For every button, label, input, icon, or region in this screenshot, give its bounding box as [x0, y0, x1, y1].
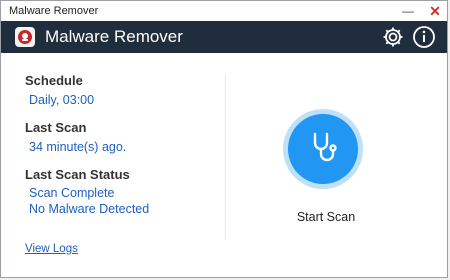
app-title: Malware Remover [45, 27, 183, 46]
close-button[interactable]: ✕ [424, 2, 446, 20]
start-scan-label[interactable]: Start Scan [291, 210, 361, 224]
minimize-button[interactable]: — [397, 2, 419, 20]
settings-gear-icon[interactable] [381, 25, 405, 49]
scan-status-line1: Scan Complete [29, 186, 115, 200]
start-scan-button[interactable] [283, 109, 363, 189]
app-window: Malware Remover — ✕ Malware Remover Sche… [0, 0, 448, 278]
last-scan-label: Last Scan [25, 120, 87, 135]
last-scan-value: 34 minute(s) ago. [29, 140, 127, 154]
schedule-label: Schedule [25, 73, 83, 88]
panel-divider [225, 75, 226, 240]
app-logo-icon [15, 27, 35, 47]
info-icon[interactable] [412, 25, 436, 49]
schedule-value: Daily, 03:00 [29, 93, 95, 107]
scan-status-line2: No Malware Detected [29, 202, 150, 216]
last-scan-status-label: Last Scan Status [25, 167, 130, 182]
stethoscope-icon [313, 132, 337, 162]
window-title: Malware Remover [9, 5, 99, 17]
app-header: Malware Remover [1, 21, 447, 53]
title-bar: Malware Remover — ✕ [1, 1, 447, 21]
start-scan-circle[interactable] [288, 114, 358, 184]
view-logs-link[interactable]: View Logs [25, 243, 78, 255]
